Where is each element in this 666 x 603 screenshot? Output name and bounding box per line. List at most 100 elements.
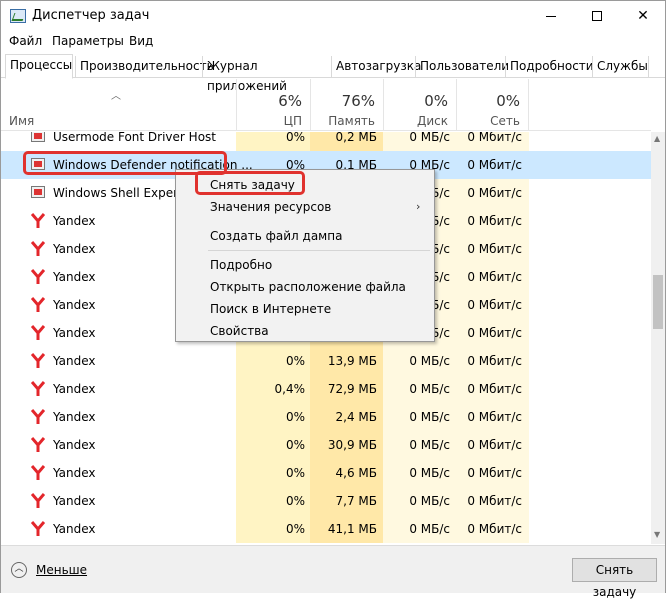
column-network[interactable]: 0% Сеть [456,79,529,131]
sort-up-icon: ︿ [111,91,121,102]
process-name: Yandex [53,382,96,396]
cpu-label: ЦП [283,114,302,128]
memory-value: 41,1 МБ [327,522,377,536]
tab-users[interactable]: Пользователи [415,56,509,78]
scroll-thumb[interactable] [653,275,663,329]
ctx-go-to-details[interactable]: Подробно [210,258,272,272]
process-name: Yandex [53,326,96,340]
yandex-icon [31,409,45,424]
process-name: Yandex [53,410,96,424]
network-value: 0 Мбит/с [467,438,522,452]
network-value: 0 Мбит/с [467,410,522,424]
tab-processes[interactable]: Процессы [5,54,73,79]
process-name: Yandex [53,494,96,508]
cpu-value: 0% [285,410,305,424]
title-bar: Диспетчер задач ✕ [1,1,665,31]
table-row[interactable]: Yandex 0% 4,6 МБ 0 МБ/с 0 Мбит/с [1,459,651,487]
disk-value: 0 МБ/с [409,382,450,396]
memory-value: 13,9 МБ [327,354,377,368]
cpu-value: 0% [285,438,305,452]
network-value: 0 Мбит/с [467,270,522,284]
memory-value: 2,4 МБ [335,410,377,424]
network-value: 0 Мбит/с [467,494,522,508]
ctx-search-online[interactable]: Поиск в Интернете [210,302,331,316]
yandex-icon [31,381,45,396]
ctx-properties[interactable]: Свойства [210,324,269,338]
memory-value: 30,9 МБ [327,438,377,452]
table-row[interactable]: Yandex 0% 30,9 МБ 0 МБ/с 0 Мбит/с [1,431,651,459]
yandex-icon [31,437,45,452]
table-row[interactable]: Yandex 0% 41,1 МБ 0 МБ/с 0 Мбит/с [1,515,651,543]
cpu-value: 0% [285,354,305,368]
submenu-arrow-icon: › [416,200,421,213]
process-name: Yandex [53,214,96,228]
yandex-icon [31,213,45,228]
column-disk[interactable]: 0% Диск [383,79,456,131]
task-manager-icon [10,9,26,23]
vertical-scrollbar[interactable]: ▲ ▼ [651,132,665,544]
tab-services[interactable]: Службы [592,56,649,78]
menu-options[interactable]: Параметры [52,34,124,48]
menu-view[interactable]: Вид [129,34,153,48]
disk-percent: 0% [424,92,448,110]
network-value: 0 Мбит/с [467,466,522,480]
network-value: 0 Мбит/с [467,354,522,368]
menu-file[interactable]: Файл [9,34,42,48]
tab-performance[interactable]: Производительность [75,56,214,78]
scroll-up-icon[interactable]: ▲ [654,134,660,143]
ctx-separator [208,250,430,251]
cpu-percent: 6% [278,92,302,110]
process-name: Yandex [53,466,96,480]
table-row[interactable]: Usermode Font Driver Host 0% 0,2 МБ 0 МБ/с 0… [1,132,651,151]
network-value: 0 Мбит/с [467,522,522,536]
table-row[interactable]: Yandex 0% 13,9 МБ 0 МБ/с 0 Мбит/с [1,347,651,375]
table-row[interactable]: Yandex 0% 2,4 МБ 0 МБ/с 0 Мбит/с [1,403,651,431]
yandex-icon [31,465,45,480]
disk-value: 0 МБ/с [409,132,450,144]
column-name[interactable]: Имя [9,114,34,128]
network-value: 0 Мбит/с [467,132,522,144]
cpu-value: 0,4% [274,382,306,396]
process-name: Yandex [53,438,96,452]
table-row[interactable]: Yandex 0,4% 72,9 МБ 0 МБ/с 0 Мбит/с [1,375,651,403]
cpu-value: 0% [285,466,305,480]
yandex-icon [31,297,45,312]
network-value: 0 Мбит/с [467,382,522,396]
end-task-button[interactable]: Снять задачу [572,558,657,599]
disk-value: 0 МБ/с [409,410,450,424]
collapse-chevron-icon[interactable]: ︿ [11,562,27,578]
ctx-open-file-location[interactable]: Открыть расположение файла [210,280,406,294]
yandex-icon [31,241,45,256]
process-name: Yandex [53,298,96,312]
table-row[interactable]: Yandex 0% 7,7 МБ 0 МБ/с 0 Мбит/с [1,487,651,515]
network-value: 0 Мбит/с [467,214,522,228]
tab-strip: Процессы Производительность Журнал прило… [1,54,665,93]
yandex-icon [31,325,45,340]
tab-startup[interactable]: Автозагрузка [331,56,421,78]
fewer-details-link[interactable]: Меньше [36,563,87,577]
scroll-down-icon[interactable]: ▼ [654,530,660,539]
tab-app-history[interactable]: Журнал приложений [202,56,330,93]
menu-bar: Файл Параметры Вид [1,32,665,52]
close-button[interactable]: ✕ [620,1,666,31]
tab-details[interactable]: Подробности [505,56,594,78]
cpu-value: 0% [285,522,305,536]
network-label: Сеть [490,114,520,128]
cpu-value: 0% [285,494,305,508]
memory-percent: 76% [341,92,375,110]
network-value: 0 Мбит/с [467,326,522,340]
cpu-value: 0% [285,132,305,144]
column-memory[interactable]: 76% Память [310,79,383,131]
process-name: Yandex [53,270,96,284]
process-name: Yandex [53,354,96,368]
memory-value: 7,7 МБ [335,494,377,508]
maximize-button[interactable] [574,1,620,31]
network-value: 0 Мбит/с [467,158,522,172]
column-cpu[interactable]: 6% ЦП [236,79,310,131]
memory-value: 0,2 МБ [335,132,377,144]
ctx-create-dump[interactable]: Создать файл дампа [210,229,342,243]
minimize-button[interactable] [528,1,574,31]
ctx-resource-values[interactable]: Значения ресурсов [210,200,331,214]
network-value: 0 Мбит/с [467,298,522,312]
disk-value: 0 МБ/с [409,494,450,508]
